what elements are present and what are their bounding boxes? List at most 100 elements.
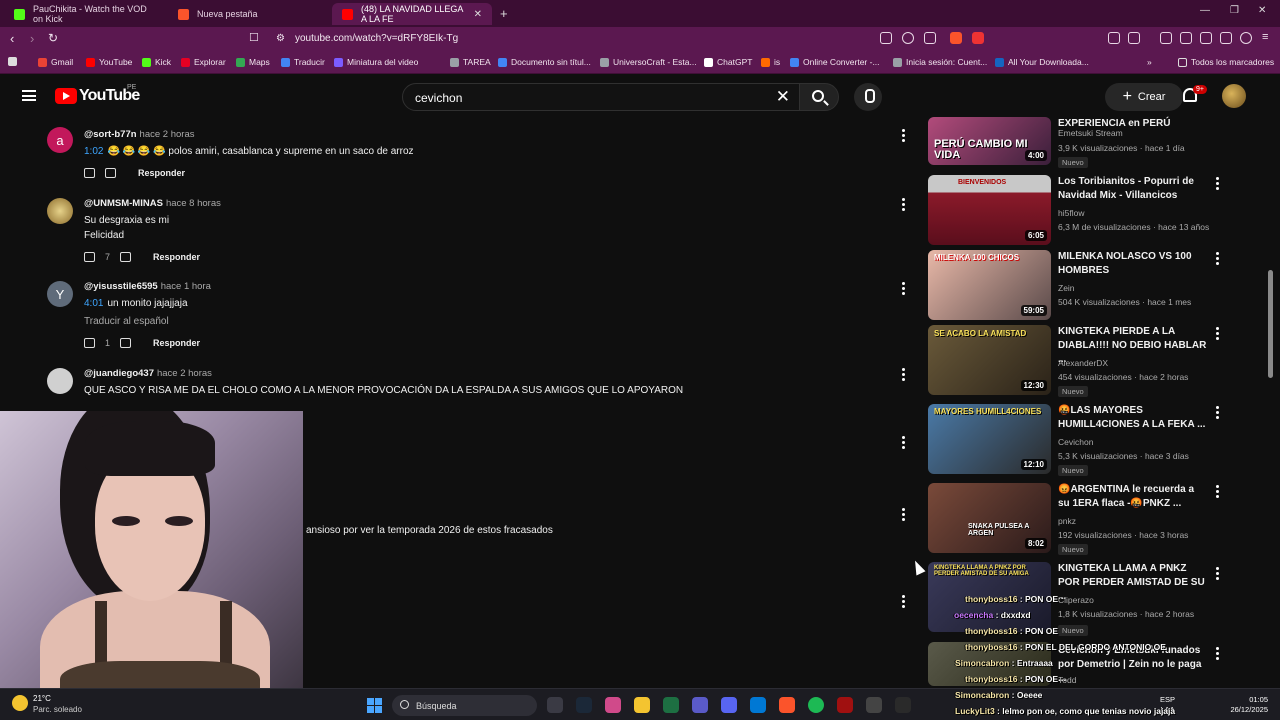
bookmark-tarea[interactable]: TAREA <box>450 57 491 67</box>
related-video[interactable]: SNAKA PULSEA A ARGEN 8:02 😡ARGENTINA le … <box>928 483 1228 555</box>
channel-name[interactable]: Zein <box>1058 283 1075 293</box>
bookmark-kick[interactable]: Kick <box>142 57 171 67</box>
bookmark-traducir[interactable]: Traducir <box>281 57 325 67</box>
more-options-icon[interactable] <box>902 508 905 522</box>
maximize-icon[interactable]: ❐ <box>1230 5 1239 16</box>
video-title[interactable]: MILENKA NOLASCO VS 100 HOMBRES <box>1058 250 1208 278</box>
channel-name[interactable]: Todd <box>1058 675 1076 685</box>
new-tab-button[interactable]: + <box>500 6 508 21</box>
task-view-icon[interactable] <box>547 697 563 713</box>
mail-icon[interactable] <box>750 697 766 713</box>
more-options-icon[interactable] <box>1216 252 1219 267</box>
channel-name[interactable]: Emetsuki Stream <box>1058 128 1123 138</box>
channel-name[interactable]: pnkz <box>1058 516 1076 526</box>
wallet-icon[interactable] <box>1180 32 1192 44</box>
minimize-icon[interactable]: — <box>1200 5 1210 16</box>
avatar[interactable]: Y <box>47 281 73 307</box>
video-thumbnail[interactable]: BIENVENIDOS 6:05 <box>928 175 1051 245</box>
avatar[interactable] <box>47 198 73 224</box>
video-thumbnail[interactable]: MAYORES HUMILL4CIONES 12:10 <box>928 404 1051 474</box>
more-options-icon[interactable] <box>902 198 905 212</box>
brave-shields-icon[interactable] <box>950 32 962 44</box>
menu-icon[interactable] <box>22 90 36 101</box>
brave-icon[interactable] <box>779 697 795 713</box>
video-thumbnail[interactable]: SE ACABO LA AMISTAD 12:30 <box>928 325 1051 395</box>
more-options-icon[interactable] <box>902 436 905 450</box>
browser-tab-youtube[interactable]: (48) LA NAVIDAD LLEGA A LA FE ✕ <box>332 3 492 25</box>
reload-icon[interactable]: ↻ <box>48 31 58 45</box>
reply-button[interactable]: Responder <box>153 252 200 262</box>
bookmark-youtube[interactable]: YouTube <box>86 57 132 67</box>
discord-icon[interactable] <box>721 697 737 713</box>
share-icon[interactable] <box>924 32 936 44</box>
weather-icon[interactable] <box>12 695 28 711</box>
comment-author[interactable]: @UNMSM-MINAS hace 8 horas <box>84 198 221 209</box>
sidebar-icon[interactable] <box>1128 32 1140 44</box>
related-video[interactable]: MAYORES HUMILL4CIONES 12:10 🤬LAS MAYORES… <box>928 404 1228 476</box>
bookmark-chatgpt[interactable]: ChatGPT <box>704 57 752 67</box>
reply-button[interactable]: Responder <box>138 168 185 178</box>
bookmark-icon[interactable]: ☐ <box>249 31 259 44</box>
clear-search-icon[interactable]: ✕ <box>776 87 790 107</box>
timestamp-link[interactable]: 1:02 <box>84 146 103 157</box>
bookmark-inicia-sesion[interactable]: Inicia sesión: Cuent... <box>893 57 987 67</box>
shield-icon[interactable] <box>1240 32 1252 44</box>
video-thumbnail[interactable]: SNAKA PULSEA A ARGEN 8:02 <box>928 483 1051 553</box>
search-box[interactable]: cevichon ✕ <box>402 83 800 111</box>
channel-name[interactable]: Cevichon <box>1058 437 1093 447</box>
scrollbar[interactable] <box>1268 270 1273 378</box>
comment-author[interactable]: @yisusstile6595 hace 1 hora <box>84 281 211 292</box>
related-video[interactable]: MILENKA 100 CHICOS 59:05 MILENKA NOLASCO… <box>928 250 1228 322</box>
translate-link[interactable]: Traducir al español <box>84 316 169 327</box>
browser-tab-kick[interactable]: PauChikita - Watch the VOD on Kick <box>4 3 164 25</box>
like-icon[interactable] <box>84 168 95 178</box>
weather-temp[interactable]: 21°C <box>33 694 51 703</box>
comment-author[interactable]: @juandiego437 hace 2 horas <box>84 368 212 379</box>
search-input[interactable]: cevichon <box>415 91 462 105</box>
dislike-icon[interactable] <box>120 338 132 348</box>
dislike-icon[interactable] <box>120 252 132 262</box>
address-bar[interactable]: youtube.com/watch?v=dRFY8EIk-Tg <box>295 33 458 44</box>
steam-icon[interactable] <box>576 697 592 713</box>
video-title[interactable]: Los Toribianitos - Popurri de Navidad Mi… <box>1058 175 1208 203</box>
more-options-icon[interactable] <box>1216 567 1219 582</box>
more-options-icon[interactable] <box>1216 406 1219 421</box>
account-avatar[interactable] <box>1222 84 1246 108</box>
obs-icon[interactable] <box>866 697 882 713</box>
more-options-icon[interactable] <box>902 129 905 143</box>
bookmark-maps[interactable]: Maps <box>236 57 270 67</box>
bookmark-gmail[interactable]: Gmail <box>38 57 73 67</box>
bookmark-universocraft[interactable]: UniversoCraft - Esta... <box>600 57 697 67</box>
voice-search-icon[interactable] <box>854 83 882 111</box>
taskbar-search[interactable]: Búsqueda <box>392 695 537 716</box>
leo-icon[interactable] <box>1220 32 1232 44</box>
channel-name[interactable]: hi5flow <box>1058 208 1084 218</box>
zoom-icon[interactable] <box>902 32 914 44</box>
windows-start-icon[interactable] <box>367 698 382 713</box>
video-thumbnail[interactable]: PERÚ CAMBIO MI VIDA 4:00 <box>928 117 1051 165</box>
dislike-icon[interactable] <box>105 168 116 178</box>
more-options-icon[interactable] <box>902 368 905 382</box>
excel-icon[interactable] <box>663 697 679 713</box>
channel-name[interactable]: AlexanderDX <box>1058 358 1108 368</box>
channel-name[interactable]: Cliperazo <box>1058 595 1094 605</box>
bookmark-documento[interactable]: Documento sin títul... <box>498 57 591 67</box>
site-info-icon[interactable]: ⚙ <box>276 33 285 44</box>
extensions-icon[interactable] <box>1108 32 1120 44</box>
bookmark-online-converter[interactable]: Online Converter -... <box>790 57 880 67</box>
more-options-icon[interactable] <box>1216 327 1219 342</box>
menu-icon[interactable]: ≡ <box>1262 31 1268 43</box>
more-bookmarks-icon[interactable]: » <box>1147 57 1152 67</box>
related-video[interactable]: SE ACABO LA AMISTAD 12:30 KINGTEKA PIERD… <box>928 325 1228 397</box>
youtube-logo-icon[interactable] <box>55 88 77 104</box>
bookmark-is[interactable]: is <box>761 57 780 67</box>
related-video[interactable]: BIENVENIDOS 6:05 Los Toribianitos - Popu… <box>928 175 1228 247</box>
browser-tab-new[interactable]: Nueva pestaña <box>168 3 328 25</box>
brave-rewards-icon[interactable] <box>972 32 984 44</box>
close-window-icon[interactable]: ✕ <box>1258 5 1266 16</box>
spotify-icon[interactable] <box>808 697 824 713</box>
teams-icon[interactable] <box>692 697 708 713</box>
screen-icon[interactable] <box>880 32 892 44</box>
search-button[interactable] <box>799 83 839 111</box>
clock[interactable]: 01:05 26/12/2025 <box>1224 695 1268 715</box>
